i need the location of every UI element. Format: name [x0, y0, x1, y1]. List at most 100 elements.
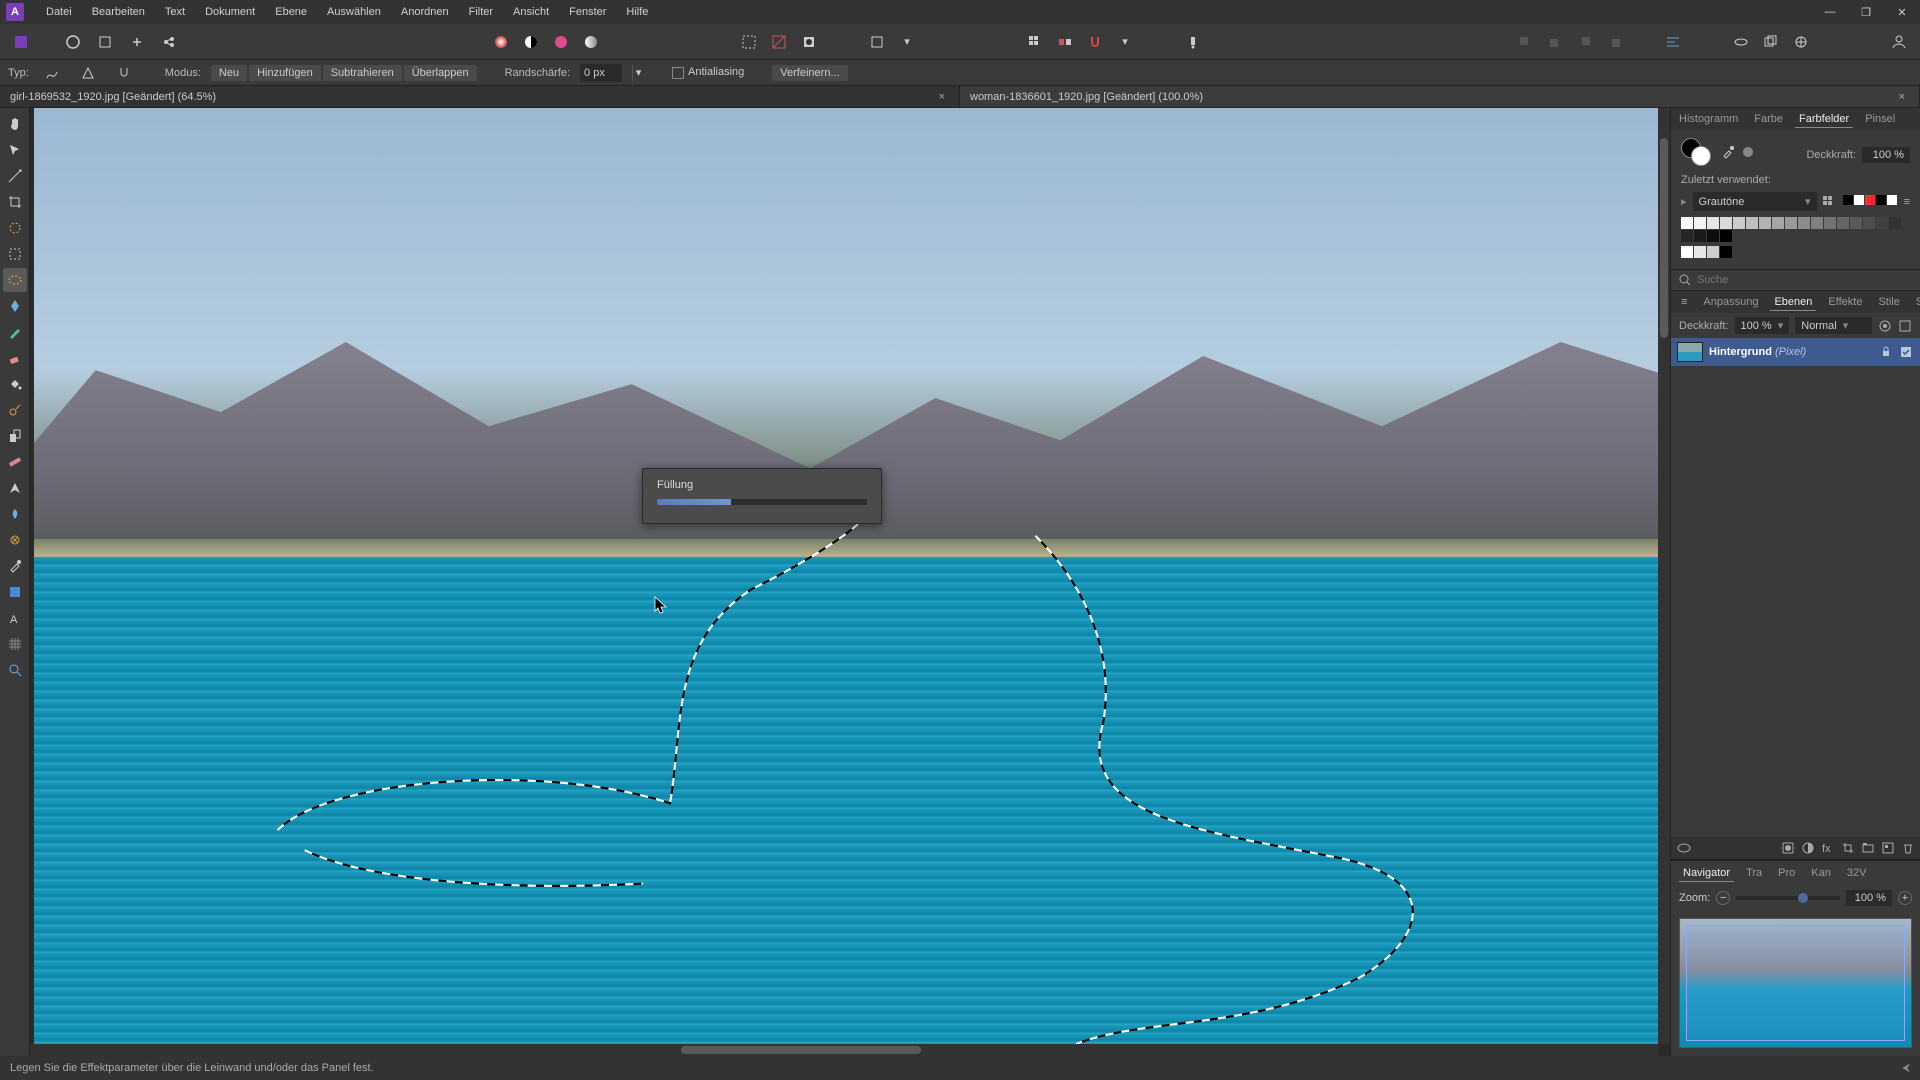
stock-button[interactable]	[1758, 29, 1784, 55]
swatch[interactable]	[1876, 217, 1888, 229]
arrange-front-button[interactable]	[1602, 29, 1628, 55]
menu-text[interactable]: Text	[155, 2, 195, 22]
quick-mask-button[interactable]	[766, 29, 792, 55]
swatch[interactable]	[1720, 230, 1732, 242]
menu-auswählen[interactable]: Auswählen	[317, 2, 391, 22]
document-tab[interactable]: woman-1836601_1920.jpg [Geändert] (100.0…	[960, 86, 1920, 107]
palette-grid-icon[interactable]	[1823, 196, 1837, 208]
color-wells[interactable]	[1681, 138, 1753, 166]
swatch[interactable]	[1824, 217, 1836, 229]
add-layer-button[interactable]	[1728, 29, 1754, 55]
layer-settings-icon[interactable]	[1878, 319, 1892, 333]
swatch[interactable]	[1837, 217, 1849, 229]
selection-marquee-button[interactable]	[736, 29, 762, 55]
panel-tab-ebenen[interactable]: Ebenen	[1770, 294, 1816, 311]
crop-tool[interactable]	[3, 190, 27, 214]
nav-tab-tra[interactable]: Tra	[1742, 865, 1766, 882]
maximize-button[interactable]: ❐	[1848, 0, 1884, 24]
swatch[interactable]	[1681, 230, 1693, 242]
swatch[interactable]	[1811, 217, 1823, 229]
menu-fenster[interactable]: Fenster	[559, 2, 616, 22]
arrange-back-button[interactable]	[1512, 29, 1538, 55]
zoom-value[interactable]: 100 %	[1846, 890, 1892, 906]
recent-swatch[interactable]	[1707, 246, 1719, 258]
nav-tab-32v[interactable]: 32V	[1843, 865, 1871, 882]
antialias-checkbox[interactable]: Antialiasing	[672, 66, 744, 78]
swatch[interactable]	[1707, 230, 1719, 242]
adjustment-icon[interactable]	[1802, 842, 1814, 854]
bw-button[interactable]	[518, 29, 544, 55]
mode-subtrahieren[interactable]: Subtrahieren	[323, 65, 402, 81]
hand-tool[interactable]	[3, 112, 27, 136]
crop-dropdown[interactable]: ▾	[894, 29, 920, 55]
vertical-scrollbar[interactable]	[1658, 108, 1670, 1044]
panel-tab-pinsel[interactable]: Pinsel	[1861, 111, 1899, 127]
swatch[interactable]	[1759, 217, 1771, 229]
menu-hilfe[interactable]: Hilfe	[616, 2, 658, 22]
swatch[interactable]	[1733, 217, 1745, 229]
zoom-slider[interactable]	[1736, 896, 1840, 900]
zoom-out-button[interactable]: −	[1716, 891, 1730, 905]
grid-view-button[interactable]	[1022, 29, 1048, 55]
nav-tab-navigator[interactable]: Navigator	[1679, 865, 1734, 882]
swatch[interactable]	[1720, 217, 1732, 229]
erase-tool[interactable]	[3, 346, 27, 370]
menu-bearbeiten[interactable]: Bearbeiten	[82, 2, 155, 22]
shape-tool[interactable]	[3, 580, 27, 604]
persona-develop-button[interactable]	[124, 29, 150, 55]
panel-tab-effekte[interactable]: Effekte	[1824, 294, 1866, 310]
search-input[interactable]	[1697, 274, 1912, 286]
navigator-preview[interactable]	[1679, 918, 1912, 1048]
magnetic-type-button[interactable]	[111, 60, 137, 86]
flood-select-tool[interactable]	[3, 294, 27, 318]
fx-icon[interactable]: fx	[1822, 842, 1834, 854]
pen-tool[interactable]	[3, 476, 27, 500]
mode-hinzufügen[interactable]: Hinzufügen	[249, 65, 321, 81]
panel-tab-stock[interactable]: Stock	[1912, 294, 1920, 310]
mesh-tool[interactable]	[3, 632, 27, 656]
persona-liquify-button[interactable]	[92, 29, 118, 55]
recent-swatch[interactable]	[1681, 246, 1693, 258]
horizontal-scrollbar[interactable]	[30, 1044, 1658, 1056]
retouch-tool[interactable]	[3, 528, 27, 552]
document-tab[interactable]: girl-1869532_1920.jpg [Geändert] (64.5%)…	[0, 86, 960, 107]
align-button[interactable]	[1660, 29, 1686, 55]
text-tool[interactable]: A	[3, 606, 27, 630]
status-chevron-icon[interactable]: ⮜	[1902, 1062, 1910, 1075]
add-pixel-layer-icon[interactable]	[1882, 842, 1894, 854]
account-button[interactable]	[1886, 29, 1912, 55]
panel-tab-stile[interactable]: Stile	[1874, 294, 1903, 310]
panel-tab-anpassung[interactable]: Anpassung	[1699, 294, 1762, 310]
mode-überlappen[interactable]: Überlappen	[404, 65, 477, 81]
swatch[interactable]	[1798, 217, 1810, 229]
panel-tab-farbe[interactable]: Farbe	[1750, 111, 1787, 127]
close-tab-button[interactable]: ×	[1895, 91, 1909, 103]
move-tool[interactable]	[3, 138, 27, 162]
panel-tab-farbfelder[interactable]: Farbfelder	[1795, 111, 1853, 128]
swatch[interactable]	[1694, 230, 1706, 242]
crop-layer-icon[interactable]	[1842, 842, 1854, 854]
healing-tool[interactable]	[3, 450, 27, 474]
split-view-button[interactable]	[1052, 29, 1078, 55]
swatch-grid[interactable]	[1681, 217, 1910, 242]
zoom-in-button[interactable]: +	[1898, 891, 1912, 905]
refine-mask-button[interactable]	[796, 29, 822, 55]
nav-tab-kan[interactable]: Kan	[1807, 865, 1835, 882]
arrange-backward-button[interactable]	[1542, 29, 1568, 55]
menu-ansicht[interactable]: Ansicht	[503, 2, 559, 22]
panel-tab-histogramm[interactable]: Histogramm	[1675, 111, 1742, 127]
panel-menu-icon[interactable]: ≡	[1904, 196, 1910, 208]
selection-brush-tool[interactable]	[3, 216, 27, 240]
color-chooser-button[interactable]	[548, 29, 574, 55]
close-tab-button[interactable]: ×	[935, 91, 949, 103]
swatch[interactable]	[1707, 217, 1719, 229]
dodge-tool[interactable]	[3, 398, 27, 422]
panel-opacity-value[interactable]: 100 %	[1862, 147, 1910, 163]
add-mask-icon[interactable]	[1782, 842, 1794, 854]
color-picker-tool[interactable]	[3, 554, 27, 578]
blend-mode-dropdown[interactable]: Normal	[1795, 317, 1872, 334]
clone-tool[interactable]	[3, 424, 27, 448]
persona-photo-button[interactable]	[60, 29, 86, 55]
swatch[interactable]	[1863, 217, 1875, 229]
canvas-area[interactable]: Füllung	[30, 108, 1670, 1056]
